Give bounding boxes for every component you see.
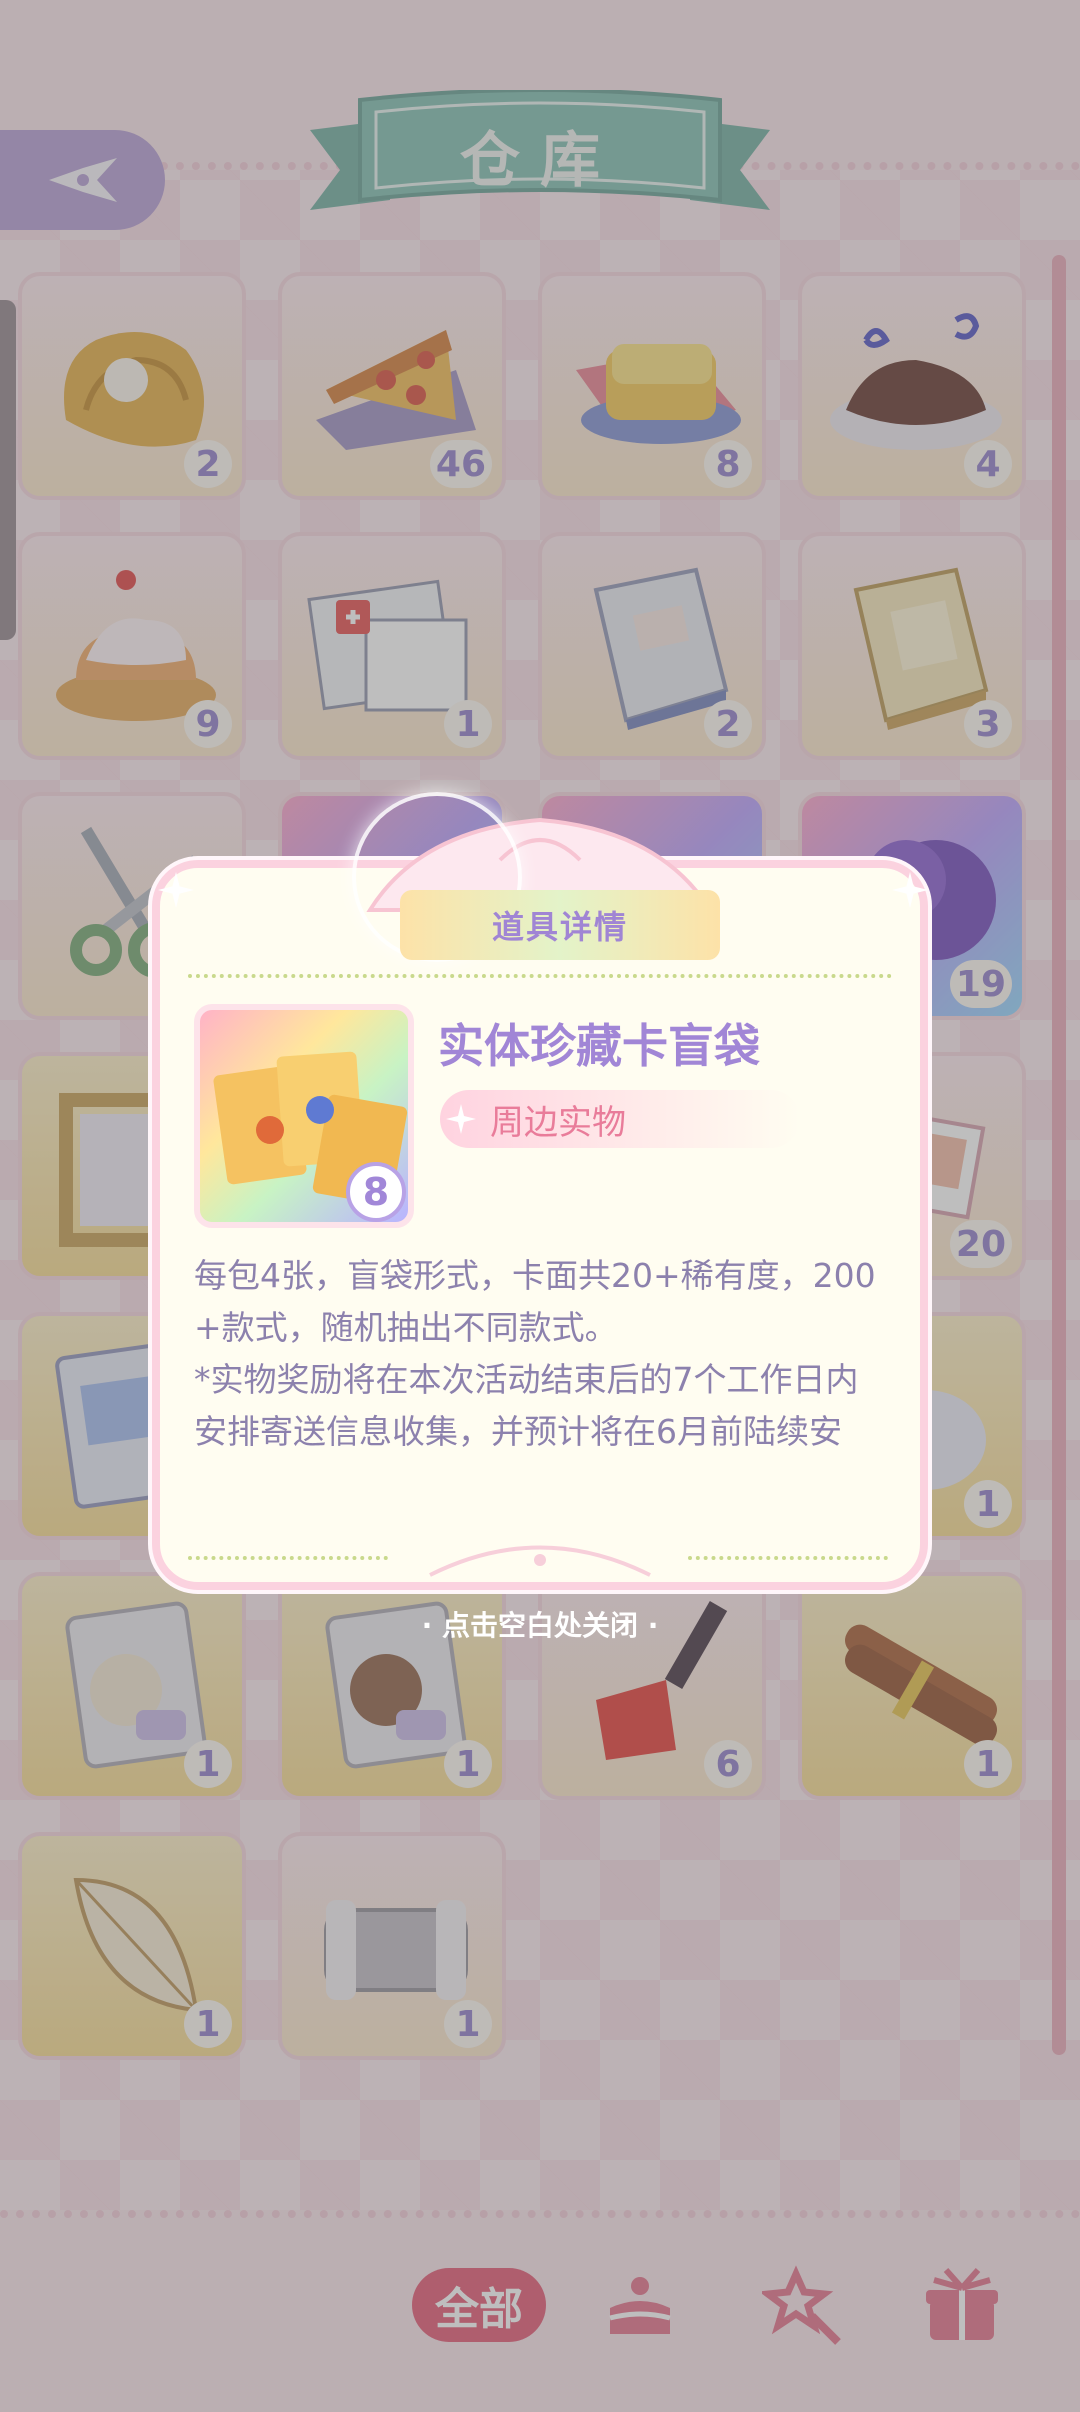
- description-line: +款式，随机抽出不同款式。: [194, 1308, 618, 1347]
- divider: [188, 1556, 388, 1560]
- divider: [688, 1556, 888, 1560]
- item-category-label: 周边实物: [490, 1102, 626, 1143]
- close-hint[interactable]: · 点击空白处关闭 ·: [0, 1604, 1080, 1644]
- description-line: 每包4张，盲袋形式，卡面共20+稀有度，200: [194, 1256, 876, 1295]
- dialog-title-banner: 道具详情: [400, 890, 720, 960]
- description-line: 安排寄送信息收集，并预计将在6月前陆续安: [194, 1412, 842, 1451]
- sparkle-icon: [892, 872, 928, 908]
- item-count-badge: 8: [346, 1162, 406, 1222]
- divider: [188, 974, 892, 978]
- item-name: 实体珍藏卡盲袋: [438, 1019, 760, 1073]
- description-line: *实物奖励将在本次活动结束后的7个工作日内: [194, 1360, 859, 1399]
- dialog-title: 道具详情: [491, 908, 628, 946]
- item-category-tag: 周边实物: [440, 1090, 800, 1148]
- bottom-ornament-icon: [429, 1545, 651, 1577]
- item-description: 每包4张，盲袋形式，卡面共20+稀有度，200 +款式，随机抽出不同款式。 *实…: [194, 1250, 894, 1458]
- sparkle-icon: [158, 872, 194, 908]
- sparkle-icon: [446, 1104, 476, 1134]
